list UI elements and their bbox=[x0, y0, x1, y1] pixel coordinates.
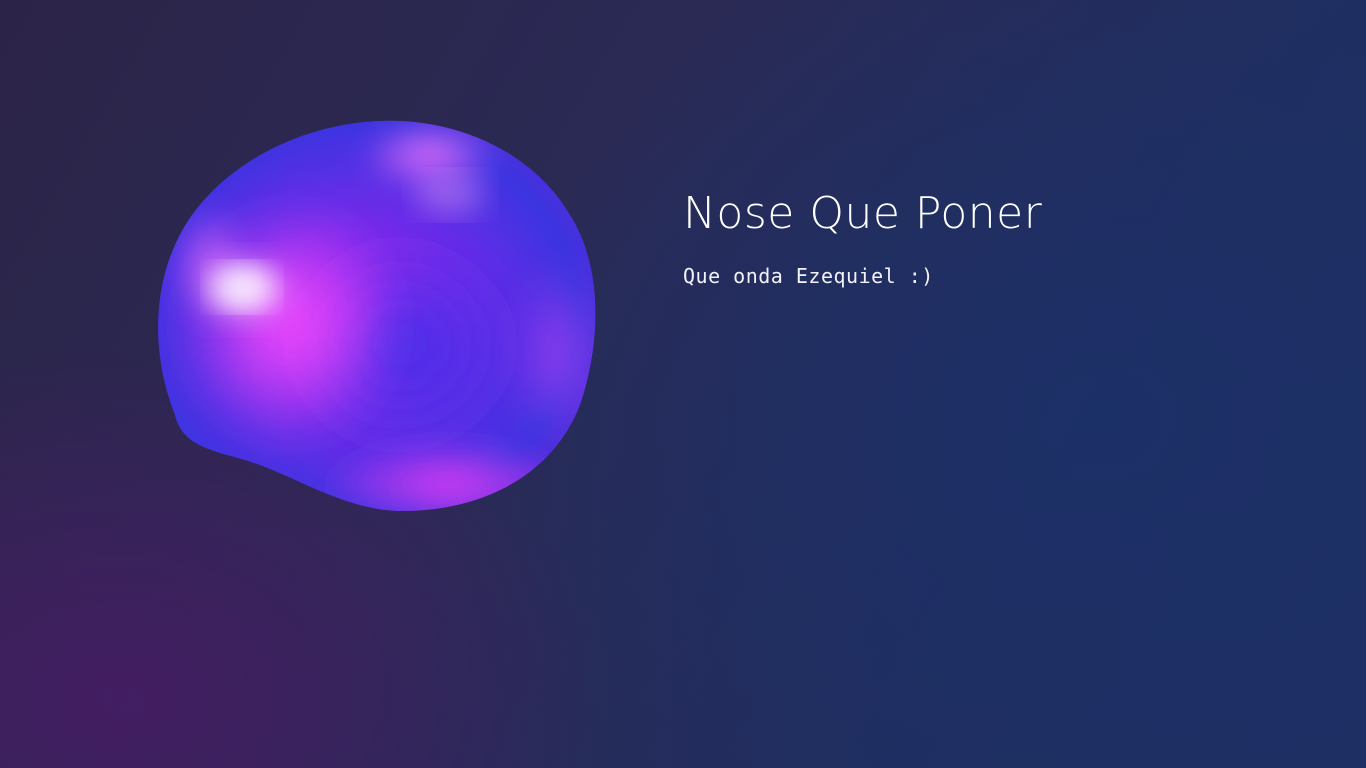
bubble-image bbox=[150, 115, 610, 520]
page-title: Nose Que Poner bbox=[683, 188, 1043, 239]
page-subtitle: Que onda Ezequiel :) bbox=[683, 264, 934, 288]
hero-text: Nose Que Poner Que onda Ezequiel :) bbox=[683, 186, 1323, 288]
